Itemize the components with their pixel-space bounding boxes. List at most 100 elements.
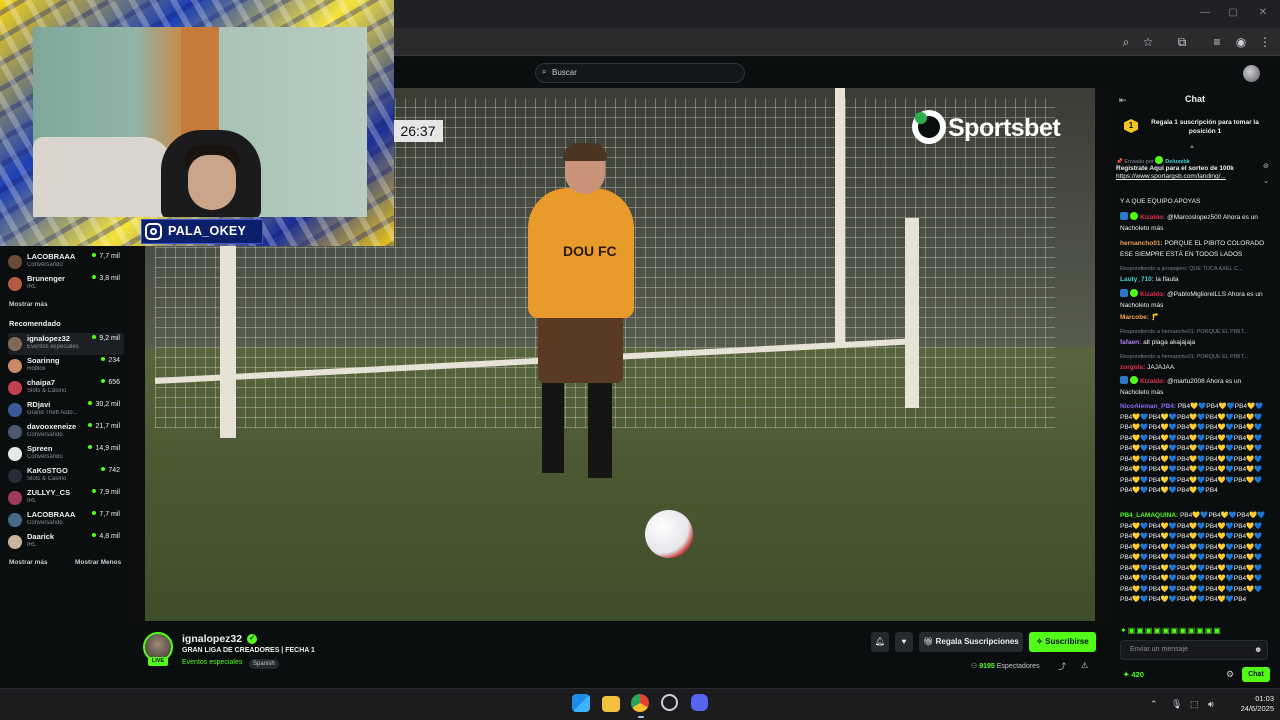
search-input[interactable]: Buscar (535, 63, 745, 83)
chrome-icon[interactable] (631, 694, 649, 712)
subscribe-label: Suscribirse (1045, 637, 1089, 646)
reply-context: Respondiendo a hernancho01: PORQUE EL PI… (1120, 354, 1248, 360)
recommended-item[interactable]: Spreen Conversando 14,9 mil (8, 443, 124, 465)
discord-icon[interactable] (691, 694, 708, 711)
pinned-message[interactable]: 📌 Enviado por Deluxebk Registrate Aquí p… (1116, 156, 1276, 196)
live-dot-icon (92, 253, 97, 257)
chevron-down-icon[interactable]: ⌄ (1263, 177, 1269, 185)
recommended-item[interactable]: davooxeneize Conversando 21,7 mil (8, 421, 124, 443)
chat-username[interactable]: Marcobe: (1120, 314, 1149, 321)
chat-username[interactable]: hernancho01: (1120, 240, 1163, 247)
chat-text: PB4💛💙PB4💛💙PB4💛💙PB4💛💙PB4💛💙PB4💛💙PB4💛💙PB4💛💙… (1120, 512, 1266, 603)
live-dot-icon (92, 335, 97, 339)
expand-icon[interactable]: ⩡ (1190, 144, 1194, 152)
chat-username[interactable]: Kizaldo: (1140, 378, 1165, 385)
recommended-item[interactable]: LACOBRAAA Conversando 7,7 mil (8, 509, 124, 531)
close-icon[interactable]: ✕ (1256, 6, 1270, 20)
chat-message: NicoAleman_PB4: PB4💛💙PB4💛💙PB4💛💙PB4💛💙PB4💛… (1120, 402, 1270, 497)
chat-send-button[interactable]: Chat (1242, 667, 1270, 682)
minimize-icon[interactable]: — (1198, 6, 1212, 20)
viewer-count-value: 4,8 mil (99, 533, 120, 540)
file-explorer-icon[interactable] (602, 696, 620, 712)
viewer-count-value: 742 (108, 467, 120, 474)
chat-username[interactable]: zorgola: (1120, 364, 1145, 371)
recommended-item[interactable]: ignalopez32 Eventos especiales 9,2 mil (8, 333, 124, 355)
recommended-item[interactable]: ZULLYY_CS IRL 7,9 mil (8, 487, 124, 509)
share-icon[interactable]: ⤴ (1058, 661, 1066, 672)
chat-message: Kizaldo: @PabloMigliorelLLS Ahora es un … (1120, 289, 1270, 311)
recommended-item[interactable]: RDjavi Grand Theft Auto... 30,2 mil (8, 399, 124, 421)
emote-bar[interactable]: ✦▣▣▣▣▣▣▣▣▣▣▣ (1120, 626, 1270, 636)
gift-subs-button[interactable]: 🎁︎ Regala Suscripciones (919, 632, 1023, 652)
channel-avatar (8, 491, 22, 505)
channel-viewers: 656 (101, 379, 120, 386)
chat-username[interactable]: Kizaldo: (1140, 291, 1165, 298)
channel-viewers: 30,2 mil (88, 401, 120, 408)
chat-username[interactable]: Lauty_710: (1120, 276, 1154, 283)
tray-overflow-icon[interactable]: ⌃ (1150, 699, 1158, 710)
browser-menu-icon[interactable]: ⋮ (1257, 34, 1273, 50)
chat-message-input[interactable]: Enviar un mensaje (1120, 640, 1268, 660)
channel-viewers: 742 (101, 467, 120, 474)
clock-date: 24/6/2025 (1240, 704, 1274, 713)
bookmark-star-icon[interactable]: ☆ (1140, 34, 1156, 50)
chat-title: Chat (1185, 94, 1205, 104)
channel-avatar (8, 337, 22, 351)
network-icon[interactable]: ⬚ (1190, 699, 1199, 710)
recommended-item[interactable]: chaipa7 Slots & Casino 656 (8, 377, 124, 399)
viewer-count-value: 21,7 mil (95, 423, 120, 430)
profile-icon[interactable]: ◉ (1233, 34, 1249, 50)
recommended-item[interactable]: KaKoSTGO Slots & Casino 742 (8, 465, 124, 487)
channel-avatar (8, 359, 22, 373)
obs-icon[interactable] (661, 694, 678, 711)
channel-avatar (8, 469, 22, 483)
language-tag[interactable]: Spanish (249, 659, 279, 669)
sponsor-logo-text: Sportsbet (948, 114, 1061, 142)
channel-avatar (8, 277, 22, 291)
report-icon[interactable]: ⚠ (1081, 661, 1088, 670)
zoom-icon[interactable]: ⌕ (1118, 34, 1134, 50)
windows-start-icon[interactable] (572, 694, 590, 712)
channel-name: Daarick (27, 532, 55, 541)
followed-item[interactable]: Brunenger IRL 3,8 mil (8, 273, 124, 295)
show-less-link[interactable]: Mostrar Menos (75, 559, 121, 566)
streamer-name[interactable]: ignalopez32 (182, 633, 242, 645)
channel-name: Spreen (27, 444, 53, 453)
chat-settings-icon[interactable]: ⚙ (1226, 669, 1234, 680)
chat-message: PB4_LAMAQUINA: PB4💛💙PB4💛💙PB4💛💙PB4💛💙PB4💛💙… (1120, 511, 1270, 606)
recommended-item[interactable]: Soarinng Roblox 234 (8, 355, 124, 377)
channel-points[interactable]: ✦ 420 (1123, 670, 1144, 679)
chat-message: Y A QUE EQUIPO APOYAS (1120, 197, 1270, 208)
viewer-count-value: 30,2 mil (95, 401, 120, 408)
player-hair (563, 143, 607, 161)
followed-item[interactable]: LACOBRAAA Conversando 7,7 mil (8, 251, 124, 273)
media-icon[interactable]: ≡ (1209, 34, 1225, 50)
chat-username[interactable]: PB4_LAMAQUINA: (1120, 512, 1178, 519)
chat-message: Kizaldo: @martu2008 Ahora es un Nacholet… (1120, 376, 1270, 398)
extensions-icon[interactable]: ⧉ (1174, 34, 1190, 50)
chat-username[interactable]: Kizaldo: (1140, 214, 1165, 221)
volume-icon[interactable]: 🔊︎ (1208, 699, 1214, 710)
follow-heart-icon[interactable]: ♥ (895, 632, 913, 652)
recommended-item[interactable]: Daarick IRL 4,8 mil (8, 531, 124, 553)
chat-username[interactable]: fafaen: (1120, 339, 1141, 346)
stream-category[interactable]: Eventos especiales (182, 659, 242, 666)
show-more-recommended-link[interactable]: Mostrar más (9, 559, 48, 566)
collapse-chat-icon[interactable]: ⇤ (1119, 95, 1127, 106)
pinned-text: Registrate Aquí para el sorteo de 100k (1116, 165, 1234, 172)
player-leg (542, 378, 564, 473)
goal-post-right (905, 218, 919, 408)
user-avatar[interactable] (1243, 65, 1260, 82)
show-more-followed-link[interactable]: Mostrar más (9, 301, 48, 308)
microphone-icon[interactable]: 🎙︎ (1171, 699, 1182, 710)
notification-bell-icon[interactable]: 🔔︎ (871, 632, 889, 652)
emoji-picker-icon[interactable]: ☻ (1254, 645, 1262, 654)
channel-category: Conversando (27, 454, 63, 460)
channel-name: Soarinng (27, 356, 60, 365)
subscribe-button[interactable]: ✧ Suscribirse (1029, 632, 1096, 652)
maximize-icon[interactable]: ▢ (1226, 6, 1240, 20)
unpin-icon[interactable]: ⊘ (1263, 162, 1269, 170)
taskbar-clock[interactable]: 01:03 24/6/2025 (1230, 694, 1274, 714)
chat-username[interactable]: NicoAleman_PB4: (1120, 403, 1176, 410)
pinned-link[interactable]: https://www.sportargsb.com/landing/... (1116, 173, 1252, 181)
